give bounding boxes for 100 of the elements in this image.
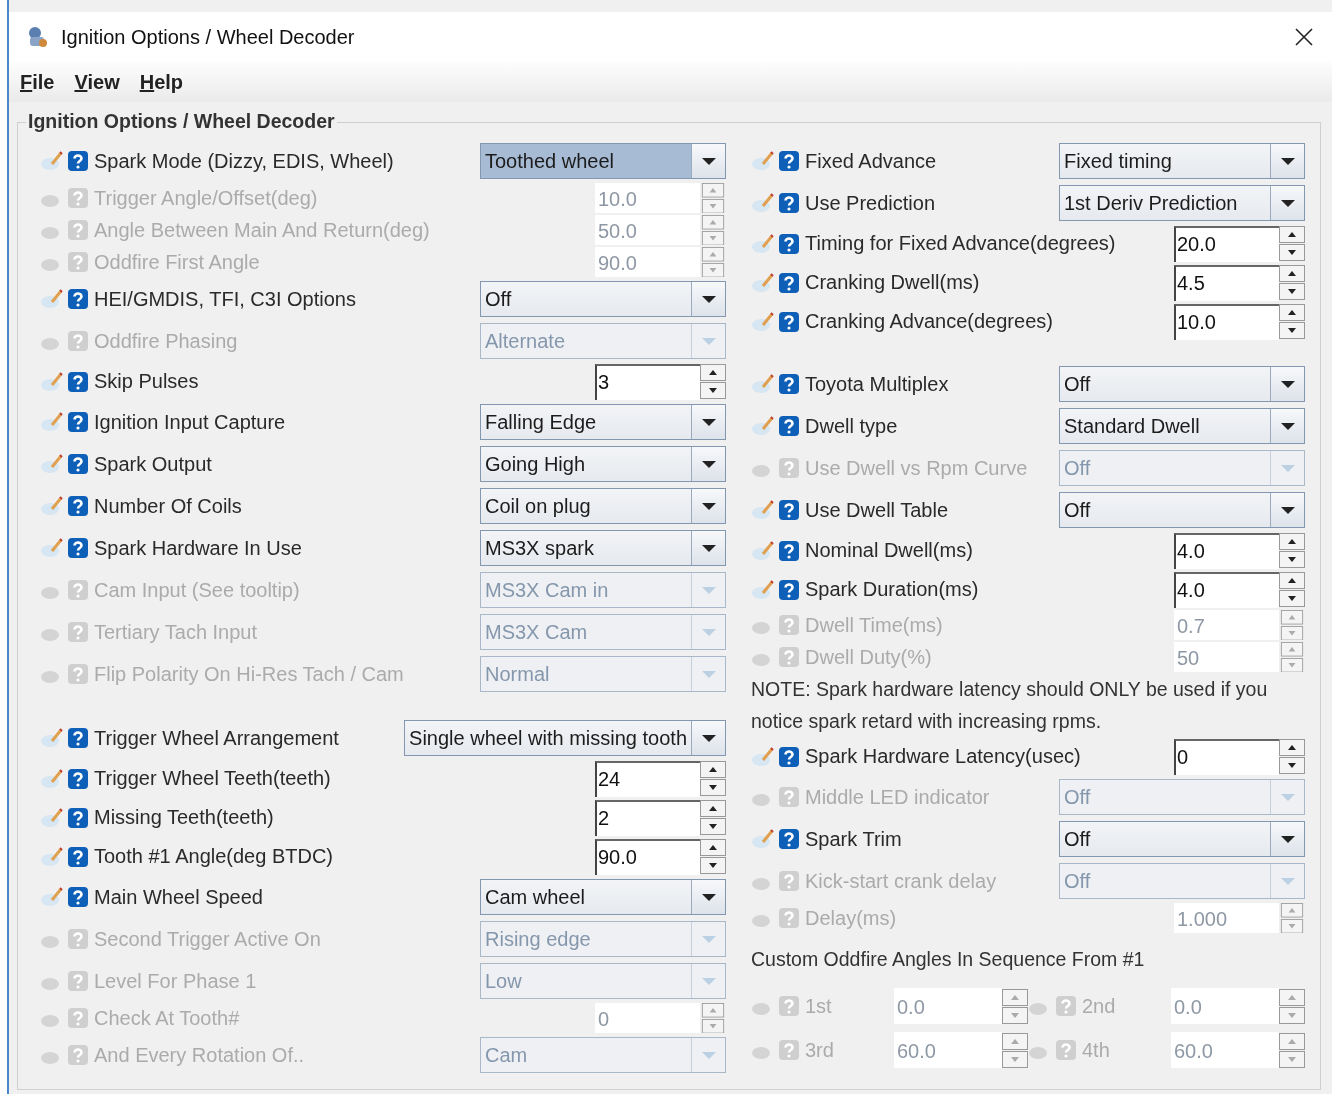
dropdown[interactable]: Single wheel with missing tooth [404,720,726,756]
spin-down-button[interactable] [1279,757,1305,774]
spin-up-button[interactable] [1279,572,1305,589]
field-label: Fixed Advance [805,149,938,173]
dropdown[interactable]: Falling Edge [480,404,726,440]
field-label: Ignition Input Capture [94,410,287,434]
field-label: Flip Polarity On Hi-Res Tach / Cam [94,662,405,686]
note-text: NOTE: Spark hardware latency should ONLY be used if you notice spark retard with increasing rpms. [751,677,1269,734]
number-field[interactable]: 2 [595,799,700,836]
field-label: Spark Trim [805,827,903,851]
menu-item[interactable]: View [74,70,120,94]
spin-up-button[interactable] [700,839,726,856]
close-icon[interactable] [1294,27,1314,47]
field-label: And Every Rotation Of.. [94,1043,306,1067]
spin-up-button[interactable] [700,364,726,381]
spin-down-button[interactable] [700,382,726,399]
number-field[interactable]: 4.0 [1174,532,1279,569]
spin-down-button[interactable] [1279,283,1305,300]
help-icon[interactable] [68,151,88,171]
dropdown[interactable]: 1st Deriv Prediction [1059,185,1305,221]
field-label: Trigger Angle/Offset(deg) [94,186,319,210]
menu-item[interactable]: File [20,70,55,94]
help-icon[interactable] [68,289,88,309]
field-label: Oddfire Phasing [94,329,239,353]
spin-up-button[interactable] [1279,265,1305,282]
spin-down-button[interactable] [700,818,726,835]
field-label: Spark Mode (Dizzy, EDIS, Wheel) [94,149,395,173]
help-icon[interactable] [779,579,799,600]
spin-up-button[interactable] [1279,226,1305,243]
number-field[interactable]: 0 [1174,738,1279,775]
field-label: Trigger Wheel Arrangement [94,726,340,750]
field-label: 1st [805,994,833,1018]
spin-down-button[interactable] [700,779,726,796]
field-label: Skip Pulses [94,370,200,393]
menu-item[interactable]: Help [139,70,184,94]
help-icon[interactable] [779,746,799,767]
field-label: Dwell Time(ms) [805,613,944,637]
help-icon[interactable] [779,374,799,394]
field-label: 3rd [805,1038,835,1062]
help-icon[interactable] [779,272,799,293]
field-label: Dwell type [805,414,899,438]
dropdown[interactable]: Off [1059,492,1305,528]
number-field[interactable]: 90.0 [595,838,700,875]
dropdown[interactable]: Fixed timing [1059,143,1305,179]
spin-down-button[interactable] [1279,551,1305,568]
help-icon[interactable] [779,500,799,520]
spin-down-button[interactable] [1279,590,1305,607]
spin-down-button[interactable] [1279,244,1305,261]
help-icon[interactable] [68,371,88,392]
section-heading: Custom Oddfire Angles In Sequence From #1 [751,947,1145,971]
help-icon[interactable] [779,540,799,561]
spin-down-button[interactable] [1279,322,1305,339]
dropdown[interactable]: Off [1059,821,1305,857]
dropdown[interactable]: Toothed wheel [480,143,726,179]
field-label: Spark Duration(ms) [805,578,980,601]
help-icon[interactable] [779,233,799,254]
number-field[interactable]: 4.0 [1174,571,1279,608]
help-icon[interactable] [68,454,88,474]
help-icon[interactable] [68,496,88,516]
help-icon[interactable] [68,538,88,558]
help-icon[interactable] [779,416,799,436]
dropdown[interactable]: Cam wheel [480,879,726,915]
help-icon[interactable] [779,151,799,171]
field-label: Middle LED indicator [805,785,991,809]
number-field[interactable]: 24 [595,760,700,797]
number-field[interactable]: 3 [595,363,700,400]
help-icon[interactable] [68,846,88,867]
spin-up-button[interactable] [1279,739,1305,756]
field-label: Oddfire First Angle [94,250,261,274]
help-icon[interactable] [68,768,88,789]
number-field[interactable]: 4.5 [1174,264,1279,301]
dropdown[interactable]: Standard Dwell [1059,408,1305,444]
field-label: Main Wheel Speed [94,885,264,909]
help-icon[interactable] [68,412,88,432]
field-label: Use Dwell vs Rpm Curve [805,456,1029,480]
spin-down-button[interactable] [700,857,726,874]
help-icon[interactable] [68,807,88,828]
spin-up-button[interactable] [1279,304,1305,321]
field-label: Spark Hardware In Use [94,536,303,560]
field-label: Missing Teeth(teeth) [94,806,275,829]
dropdown[interactable]: MS3X spark [480,530,726,566]
field-label: HEI/GMDIS, TFI, C3I Options [94,287,357,311]
dropdown[interactable]: Off [1059,366,1305,402]
help-icon[interactable] [68,887,88,907]
spin-up-button[interactable] [1279,533,1305,550]
spin-up-button[interactable] [700,800,726,817]
help-icon[interactable] [779,193,799,213]
spin-up-button[interactable] [700,761,726,778]
help-icon[interactable] [779,829,799,849]
help-icon[interactable] [779,311,799,332]
dropdown[interactable]: Coil on plug [480,488,726,524]
number-field[interactable]: 10.0 [1174,303,1279,340]
help-icon[interactable] [68,728,88,748]
number-field[interactable]: 20.0 [1174,225,1279,262]
dropdown[interactable]: Going High [480,446,726,482]
field-label: Number Of Coils [94,494,243,518]
field-label: Kick-start crank delay [805,869,998,893]
dropdown[interactable]: Off [480,281,726,317]
field-label: Check At Tooth# [94,1006,241,1030]
field-label: Angle Between Main And Return(deg) [94,218,431,242]
